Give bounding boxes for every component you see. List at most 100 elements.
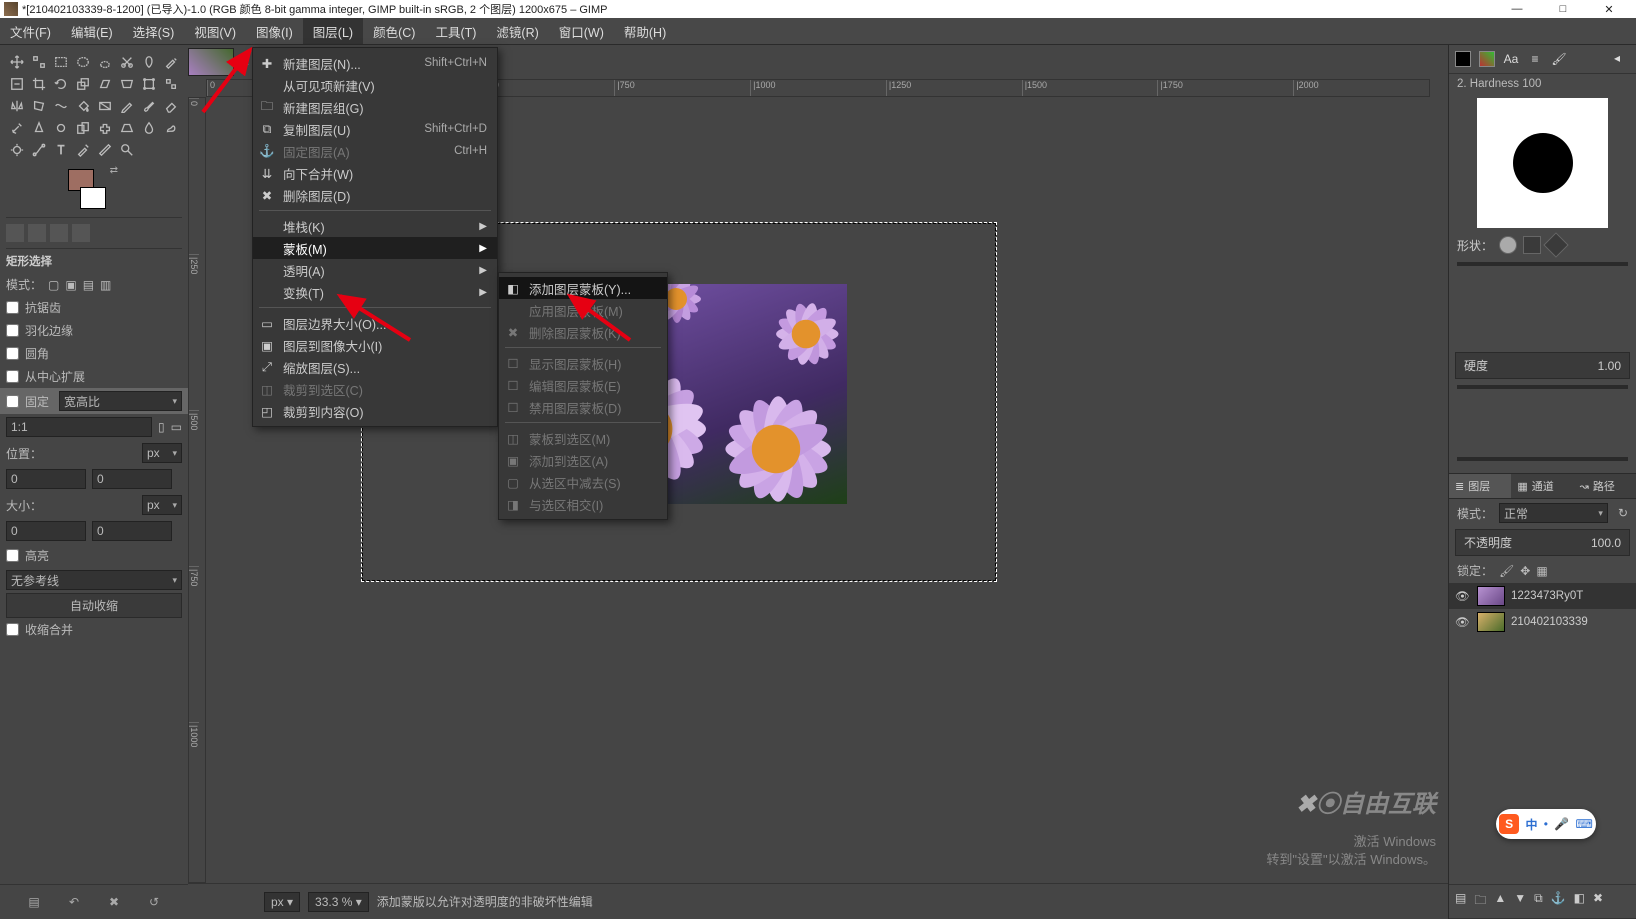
keyboard-icon[interactable]: ⌨ <box>1576 817 1593 831</box>
menu-layer[interactable]: 图层(L) <box>303 18 363 44</box>
opt-fixed[interactable]: 固定宽高比▾ <box>0 388 188 414</box>
mi-delete[interactable]: ✖删除图层(D) <box>253 184 497 206</box>
rp-patterns-icon[interactable] <box>1479 51 1495 67</box>
tab-channels[interactable]: ▦通道 <box>1511 474 1573 498</box>
tool-ink[interactable] <box>28 117 50 139</box>
opt-rounded[interactable]: 圆角 <box>6 342 182 365</box>
layer-up-icon[interactable]: ▲ <box>1494 891 1506 912</box>
opt-highlight[interactable]: 高亮 <box>6 544 182 567</box>
tool-path[interactable] <box>28 139 50 161</box>
color-swatches[interactable]: ⇄ <box>68 169 112 209</box>
menu-help[interactable]: 帮助(H) <box>614 18 676 44</box>
menu-filter[interactable]: 滤镜(R) <box>486 18 548 44</box>
save-icon[interactable]: ▤ <box>25 893 43 911</box>
bg-color[interactable] <box>80 187 106 209</box>
tool-move[interactable] <box>6 51 28 73</box>
opt-guides[interactable]: 无参考线▾ <box>6 567 182 593</box>
tool-flip[interactable] <box>6 95 28 117</box>
mi-crop-content[interactable]: ◰裁剪到内容(O) <box>253 400 497 422</box>
rp-paint-icon[interactable]: 🖌 <box>1551 51 1567 67</box>
rp-brushes-icon[interactable] <box>1455 51 1471 67</box>
layer-row-2[interactable]: 👁210402103339 <box>1449 609 1636 635</box>
minimize-button[interactable]: — <box>1494 0 1540 18</box>
mi-new-from-visible[interactable]: 从可见项新建(V) <box>253 74 497 96</box>
menu-view[interactable]: 视图(V) <box>184 18 246 44</box>
tool-bycolor[interactable] <box>6 73 28 95</box>
tool-measure[interactable] <box>94 139 116 161</box>
lock-pixels-icon[interactable]: 🖌 <box>1499 564 1514 578</box>
hardness-row[interactable]: 硬度1.00 <box>1455 352 1630 379</box>
tool-rotate[interactable] <box>50 73 72 95</box>
tool-cage[interactable] <box>28 95 50 117</box>
mode-reset-icon[interactable]: ↻ <box>1618 506 1628 520</box>
tab-layers[interactable]: ≣图层 <box>1449 474 1511 498</box>
layer-del-icon[interactable]: ✖ <box>1593 891 1603 912</box>
menu-select[interactable]: 选择(S) <box>123 18 185 44</box>
opt-expand[interactable]: 从中心扩展 <box>6 365 182 388</box>
reset-icon[interactable]: ↺ <box>145 893 163 911</box>
mi-stack[interactable]: 堆栈(K)▶ <box>253 215 497 237</box>
mi-boundary[interactable]: ▭图层边界大小(O)... <box>253 312 497 334</box>
tool-scissors[interactable] <box>116 51 138 73</box>
tool-dodge[interactable] <box>6 139 28 161</box>
maximize-button[interactable]: □ <box>1540 0 1586 18</box>
close-button[interactable]: ✕ <box>1586 0 1632 18</box>
tool-unified[interactable] <box>138 73 160 95</box>
layer-dup-icon[interactable]: ⧉ <box>1534 891 1543 912</box>
layer-mask-icon[interactable]: ◧ <box>1574 891 1585 912</box>
tool-zoom[interactable] <box>116 139 138 161</box>
layer-down-icon[interactable]: ▼ <box>1514 891 1526 912</box>
menu-file[interactable]: 文件(F) <box>0 18 61 44</box>
mi-to-image[interactable]: ▣图层到图像大小(I) <box>253 334 497 356</box>
tool-shear[interactable] <box>94 73 116 95</box>
tool-fuzzy[interactable] <box>160 51 182 73</box>
tool-warp[interactable] <box>50 95 72 117</box>
mi-transform[interactable]: 变换(T)▶ <box>253 281 497 303</box>
tool-perspective-clone[interactable] <box>116 117 138 139</box>
image-tab[interactable]: ✕ <box>188 45 256 79</box>
tool-bucket[interactable] <box>72 95 94 117</box>
mi-duplicate[interactable]: ⧉复制图层(U)Shift+Ctrl+D <box>253 118 497 140</box>
tool-free-select[interactable] <box>94 51 116 73</box>
pos-y[interactable]: 0 <box>92 469 172 489</box>
mi-add-mask[interactable]: ◧添加图层蒙板(Y)... <box>499 277 667 299</box>
menu-color[interactable]: 颜色(C) <box>363 18 425 44</box>
menu-tools[interactable]: 工具(T) <box>425 18 486 44</box>
delete-icon[interactable]: ✖ <box>105 893 123 911</box>
mi-new-group[interactable]: 🗀新建图层组(G) <box>253 96 497 118</box>
tool-eraser[interactable] <box>160 95 182 117</box>
size-w[interactable]: 0 <box>6 521 86 541</box>
opt-feather[interactable]: 羽化边缘 <box>6 319 182 342</box>
mode-sub-icon[interactable]: ▤ <box>83 278 94 292</box>
tool-clone[interactable] <box>72 117 94 139</box>
portrait-icon[interactable]: ▯ <box>158 420 165 434</box>
mi-merge-down[interactable]: ⇊向下合并(W) <box>253 162 497 184</box>
layer-new-icon[interactable]: ▤ <box>1455 891 1466 912</box>
shape-square[interactable] <box>1523 236 1541 254</box>
menu-edit[interactable]: 编辑(E) <box>61 18 123 44</box>
lock-alpha-icon[interactable]: ▦ <box>1536 564 1547 578</box>
tool-paintbrush[interactable] <box>138 95 160 117</box>
tool-blur[interactable] <box>138 117 160 139</box>
landscape-icon[interactable]: ▭ <box>171 420 182 434</box>
mi-mask[interactable]: 蒙板(M)▶ <box>253 237 497 259</box>
tool-pencil[interactable] <box>116 95 138 117</box>
tool-foreground[interactable] <box>138 51 160 73</box>
menu-image[interactable]: 图像(I) <box>246 18 303 44</box>
opt-shrinkmerge[interactable]: 收缩合并 <box>6 618 182 641</box>
rp-history-icon[interactable]: ≡ <box>1527 51 1543 67</box>
tool-ellipse-select[interactable] <box>72 51 94 73</box>
layer-merge-icon[interactable]: ⚓ <box>1551 891 1566 912</box>
opt-autoshrink[interactable]: 自动收缩 <box>6 593 182 618</box>
tool-crop[interactable] <box>28 73 50 95</box>
mode-replace-icon[interactable]: ▢ <box>48 278 59 292</box>
rp-menu-icon[interactable]: ◂ <box>1614 51 1630 67</box>
tab-undo[interactable] <box>72 224 90 242</box>
rp-fonts-icon[interactable]: Aa <box>1503 51 1519 67</box>
menu-window[interactable]: 窗口(W) <box>549 18 614 44</box>
opacity-row[interactable]: 不透明度100.0 <box>1455 529 1630 556</box>
mic-icon[interactable]: 🎤 <box>1554 817 1569 831</box>
eye-icon[interactable]: 👁 <box>1455 589 1471 603</box>
tool-heal[interactable] <box>94 117 116 139</box>
mi-transparency[interactable]: 透明(A)▶ <box>253 259 497 281</box>
